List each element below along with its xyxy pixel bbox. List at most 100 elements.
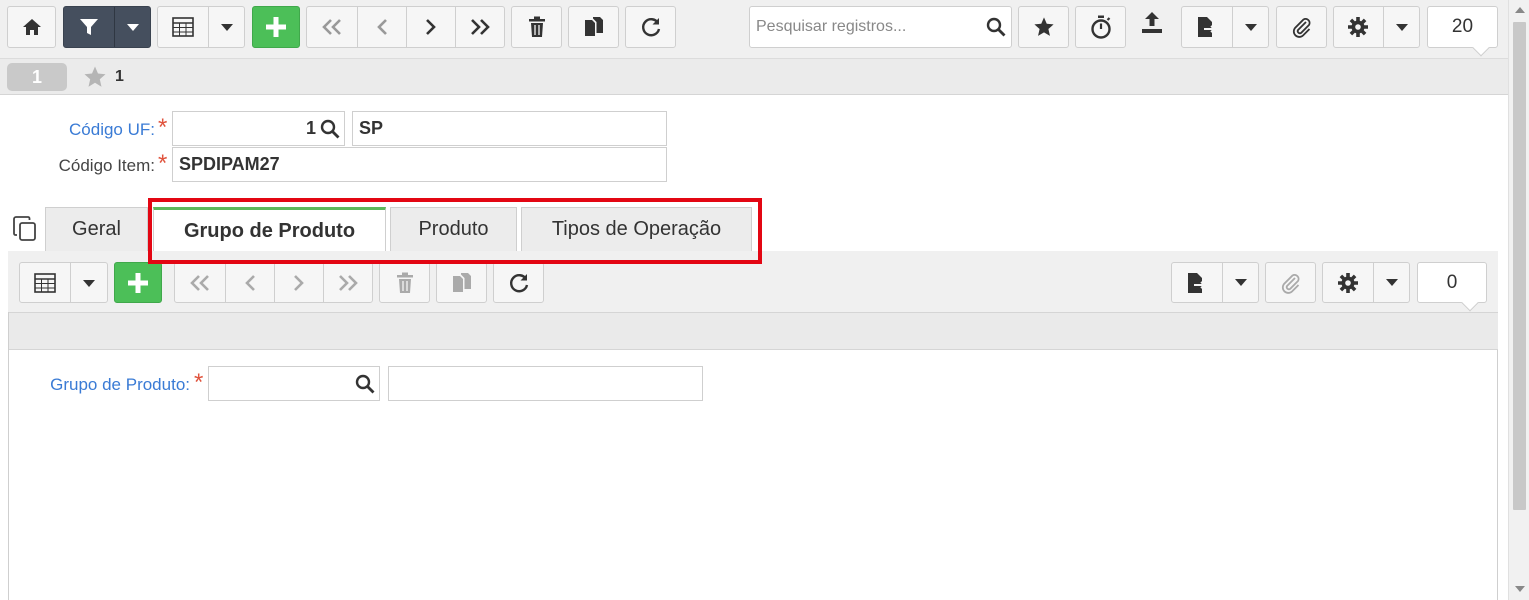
search-icon[interactable] [320, 119, 340, 139]
record-number-badge[interactable]: 1 [7, 63, 67, 91]
search-box [749, 6, 1012, 48]
grupo-desc-field[interactable] [388, 366, 703, 401]
sub-settings-button[interactable] [1322, 262, 1410, 303]
trash-icon [528, 16, 545, 37]
required-marker: * [194, 369, 204, 396]
last-icon [339, 274, 358, 291]
home-icon [22, 19, 41, 35]
gear-icon [1338, 273, 1358, 293]
search-icon[interactable] [355, 374, 375, 394]
sub-copy-button[interactable] [436, 262, 487, 303]
sub-records-counter[interactable]: 0 [1417, 262, 1487, 312]
tab-tipos-de-operacao[interactable]: Tipos de Operação [521, 207, 752, 251]
copy-button[interactable] [568, 6, 619, 48]
previous-record-button[interactable] [357, 7, 406, 47]
scroll-thumb[interactable] [1513, 22, 1526, 510]
gear-icon [1348, 17, 1368, 37]
duplicate-tabs-icon[interactable] [13, 216, 37, 247]
export-icon [1198, 17, 1217, 37]
first-icon [322, 19, 341, 35]
sub-record-bar [9, 312, 1498, 350]
required-marker: * [158, 114, 168, 141]
item-label: Código Item: [58, 156, 155, 175]
export-icon [1188, 273, 1207, 293]
paperclip-icon [1281, 273, 1299, 294]
sub-next-button[interactable] [274, 263, 323, 302]
scroll-up-icon[interactable] [1515, 7, 1525, 13]
next-record-button[interactable] [406, 7, 455, 47]
next-icon [425, 19, 436, 35]
favorite-button[interactable] [1018, 6, 1069, 48]
home-button[interactable] [7, 6, 56, 48]
uf-code-value: 1 [305, 118, 316, 138]
favorite-star[interactable] [82, 65, 108, 94]
caret-down-icon [83, 280, 95, 287]
uf-name-field[interactable]: SP [352, 111, 667, 146]
refresh-icon [509, 273, 528, 292]
prev-icon [376, 19, 387, 35]
copy-icon [452, 272, 471, 292]
required-marker: * [158, 150, 168, 177]
caret-down-icon [1235, 279, 1247, 286]
filter-icon [80, 19, 98, 35]
caret-down-icon [1245, 24, 1257, 31]
sub-grid-view-button[interactable] [19, 262, 108, 303]
uf-code-field[interactable]: 1 [172, 111, 345, 146]
add-record-button[interactable] [252, 6, 300, 48]
copy-icon [584, 17, 603, 36]
grid-view-button[interactable] [157, 6, 245, 48]
grid-icon [34, 273, 56, 293]
plus-icon [128, 272, 148, 293]
grid-icon [172, 17, 194, 37]
timer-button[interactable] [1075, 6, 1126, 48]
delete-button[interactable] [511, 6, 562, 48]
counter-tail [1461, 294, 1479, 312]
uf-name-value: SP [359, 118, 384, 138]
sub-navigation-group [174, 262, 373, 303]
refresh-icon [641, 18, 660, 37]
settings-button[interactable] [1333, 6, 1420, 48]
item-code-field[interactable]: SPDIPAM27 [172, 147, 667, 182]
sub-first-button[interactable] [175, 263, 225, 302]
first-record-button[interactable] [307, 7, 357, 47]
sub-add-button[interactable] [114, 262, 162, 303]
upload-icon [1142, 12, 1162, 33]
sub-records-value: 0 [1446, 271, 1458, 293]
refresh-button[interactable] [625, 6, 676, 48]
tab-produto[interactable]: Produto [390, 207, 517, 251]
search-icon[interactable] [986, 17, 1006, 37]
sub-export-button[interactable] [1171, 262, 1259, 303]
caret-down-icon [127, 24, 139, 31]
sub-toolbar: 0 [8, 251, 1498, 312]
star-icon [84, 66, 106, 87]
last-icon [471, 19, 490, 35]
grupo-label: Grupo de Produto: [50, 375, 190, 394]
tab-geral[interactable]: Geral [45, 207, 148, 251]
sub-delete-button[interactable] [379, 262, 430, 303]
attachments-button[interactable] [1276, 6, 1327, 48]
favorites-count: 1 [115, 68, 124, 85]
tab-grupo-de-produto[interactable]: Grupo de Produto [153, 207, 386, 253]
vertical-scrollbar[interactable] [1508, 0, 1529, 600]
last-record-button[interactable] [455, 7, 505, 47]
records-per-page-counter[interactable]: 20 [1427, 6, 1498, 57]
sub-refresh-button[interactable] [493, 262, 544, 303]
item-code-value: SPDIPAM27 [179, 154, 280, 174]
uf-label: Código UF: [69, 120, 155, 139]
navigation-group [306, 6, 505, 48]
grupo-code-field[interactable] [208, 366, 380, 401]
sub-prev-button[interactable] [225, 263, 274, 302]
stopwatch-icon [1090, 15, 1111, 39]
search-input[interactable] [756, 17, 976, 37]
upload-button[interactable] [1130, 8, 1174, 46]
filter-button[interactable] [63, 6, 151, 48]
caret-down-icon [1396, 24, 1408, 31]
export-button[interactable] [1181, 6, 1269, 48]
sub-attachments-button[interactable] [1265, 262, 1316, 303]
counter-tail [1472, 39, 1490, 57]
prev-icon [244, 274, 255, 291]
scroll-down-icon[interactable] [1515, 586, 1525, 592]
next-icon [293, 274, 304, 291]
sub-last-button[interactable] [323, 263, 373, 302]
record-bar: 1 1 [0, 58, 1508, 95]
